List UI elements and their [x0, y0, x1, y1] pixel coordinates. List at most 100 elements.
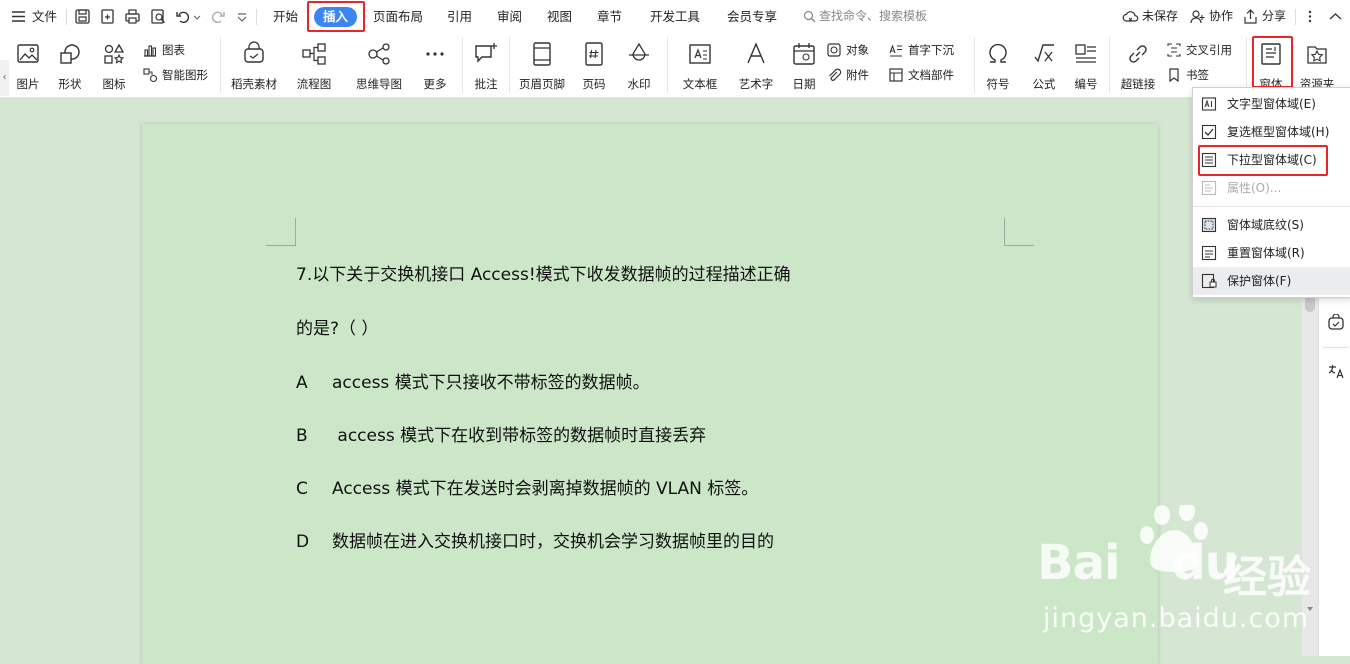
menu-divider: [1193, 206, 1350, 207]
cross-reference-button[interactable]: 交叉引用: [1166, 41, 1232, 59]
menu-item-properties: 属性(O)...: [1193, 174, 1350, 202]
print-preview-icon[interactable]: [150, 8, 167, 25]
mindmap-icon: [368, 43, 390, 65]
smart-graphic-button[interactable]: 智能图形: [142, 66, 208, 84]
share-button[interactable]: 分享: [1262, 0, 1286, 33]
bookmark-icon: [1169, 68, 1179, 83]
calendar-icon: [793, 43, 815, 65]
icon-library-button[interactable]: 图标: [96, 41, 132, 91]
date-button[interactable]: 日期: [788, 41, 820, 91]
page-number-button[interactable]: 页码: [576, 41, 612, 91]
protect-form-icon: [1201, 273, 1217, 289]
tab-home[interactable]: 开始: [273, 0, 298, 33]
mindmap-button[interactable]: 思维导图: [348, 41, 410, 91]
bookmark-button[interactable]: 书签: [1166, 66, 1209, 84]
ribbon-scroll-left[interactable]: ‹: [0, 60, 9, 96]
picture-button[interactable]: 图片: [10, 41, 46, 91]
tab-chapter[interactable]: 章节: [597, 0, 622, 33]
search-placeholder: 查找命令、搜索模板: [819, 9, 928, 23]
share-icon: [1244, 9, 1257, 24]
symbol-button[interactable]: 符号: [982, 41, 1014, 91]
shape-button[interactable]: 形状: [52, 41, 88, 91]
wordart-button[interactable]: 艺术字: [732, 41, 780, 91]
option-a: Aaccess 模式下只接收不带标签的数据帧。: [296, 373, 650, 393]
link-icon: [1129, 45, 1147, 63]
object-icon: [827, 43, 841, 57]
print-icon[interactable]: [124, 8, 141, 25]
textbox-button[interactable]: 文本框: [676, 41, 724, 91]
collapse-ribbon-icon[interactable]: [1327, 8, 1344, 25]
drop-cap-button[interactable]: 首字下沉: [888, 41, 954, 59]
tab-review[interactable]: 审阅: [497, 0, 522, 33]
ribbon-divider: [509, 37, 510, 93]
menu-bar: 文件 开始 插入 页面布局 引用 审阅 视图 章节 开发工具 会员专享 查找命令…: [0, 0, 1350, 33]
tab-page-layout[interactable]: 页面布局: [373, 0, 423, 33]
redo-icon[interactable]: [209, 8, 226, 25]
ribbon-divider: [220, 37, 221, 93]
command-search[interactable]: 查找命令、搜索模板: [803, 0, 927, 33]
option-b: B access 模式下在收到带标签的数据帧时直接丢弃: [296, 426, 707, 446]
question-line-1: 7.以下关于交换机接口 Access!模式下收发数据帧的过程描述正确: [296, 265, 791, 285]
more-button[interactable]: 更多: [416, 41, 454, 91]
cloud-unsaved-icon: [1122, 11, 1139, 22]
object-button[interactable]: 对象: [826, 41, 869, 59]
translate-icon[interactable]: [1327, 362, 1345, 380]
header-footer-icon: [533, 42, 551, 66]
menu-item-text-field[interactable]: 文字型窗体域(E): [1193, 90, 1350, 118]
comment-button[interactable]: 批注: [470, 41, 502, 91]
resource-star-icon: [1307, 46, 1327, 64]
quick-access-dropdown-icon[interactable]: [236, 8, 248, 25]
watermark-icon: [629, 42, 649, 61]
omega-symbol-icon: [989, 43, 1007, 63]
numbering-button[interactable]: 编号: [1070, 41, 1102, 91]
smart-graphic-icon: [143, 68, 158, 83]
tab-view[interactable]: 视图: [547, 0, 572, 33]
file-menu[interactable]: 文件: [32, 0, 57, 33]
ribbon-divider: [667, 37, 668, 93]
daoke-assets-button[interactable]: 稻壳素材: [228, 41, 280, 91]
numbering-icon: [1075, 44, 1096, 63]
collab-button[interactable]: 协作: [1209, 0, 1233, 33]
text-field-icon: [1201, 97, 1217, 111]
watermark-button[interactable]: 水印: [620, 41, 658, 91]
chart-icon: [144, 45, 157, 57]
textbox-icon: [689, 44, 711, 64]
properties-icon: [1201, 180, 1217, 196]
form-dropdown-menu: 文字型窗体域(E) 复选框型窗体域(H) 下拉型窗体域(C) 属性(O)... …: [1192, 87, 1350, 298]
wordart-icon: [747, 42, 765, 64]
menu-item-checkbox-field[interactable]: 复选框型窗体域(H): [1193, 118, 1350, 146]
export-pdf-icon[interactable]: [99, 8, 116, 25]
ribbon-divider: [1246, 37, 1247, 93]
ribbon-divider: [974, 37, 975, 93]
formula-button[interactable]: 公式: [1028, 41, 1060, 91]
resource-folder-button[interactable]: 资源夹: [1296, 41, 1338, 91]
hamburger-menu-icon[interactable]: [10, 8, 27, 25]
menu-item-protect-form[interactable]: 保护窗体(F): [1193, 267, 1350, 295]
tab-references[interactable]: 引用: [447, 0, 472, 33]
cross-reference-icon: [1167, 43, 1181, 57]
menu-item-field-shading[interactable]: 窗体域底纹(S): [1193, 211, 1350, 239]
undo-dropdown-icon[interactable]: [193, 8, 201, 25]
tab-member[interactable]: 会员专享: [727, 0, 777, 33]
menu-item-reset-field[interactable]: 重置窗体域(R): [1193, 239, 1350, 267]
assets-icon: [244, 41, 264, 63]
attachment-button[interactable]: 附件: [826, 66, 869, 84]
chart-button[interactable]: 图表: [142, 41, 185, 59]
assistant-icon[interactable]: [1327, 314, 1345, 332]
shape-icon: [60, 44, 80, 64]
document-page[interactable]: [142, 124, 1158, 664]
tab-developer[interactable]: 开发工具: [650, 0, 700, 33]
drop-cap-icon: [889, 44, 902, 57]
more-options-icon[interactable]: [1306, 8, 1314, 25]
save-icon[interactable]: [74, 8, 91, 25]
unsaved-status[interactable]: 未保存: [1142, 0, 1178, 33]
hyperlink-button[interactable]: 超链接: [1118, 41, 1158, 91]
more-dots-icon: [426, 52, 444, 56]
search-icon: [803, 10, 816, 23]
header-footer-button[interactable]: 页眉页脚: [516, 41, 568, 91]
undo-icon[interactable]: [175, 8, 192, 25]
flowchart-button[interactable]: 流程图: [290, 41, 338, 91]
checkbox-icon: [1201, 124, 1217, 140]
doc-parts-button[interactable]: 文档部件: [888, 66, 954, 84]
comment-icon: [475, 43, 497, 63]
